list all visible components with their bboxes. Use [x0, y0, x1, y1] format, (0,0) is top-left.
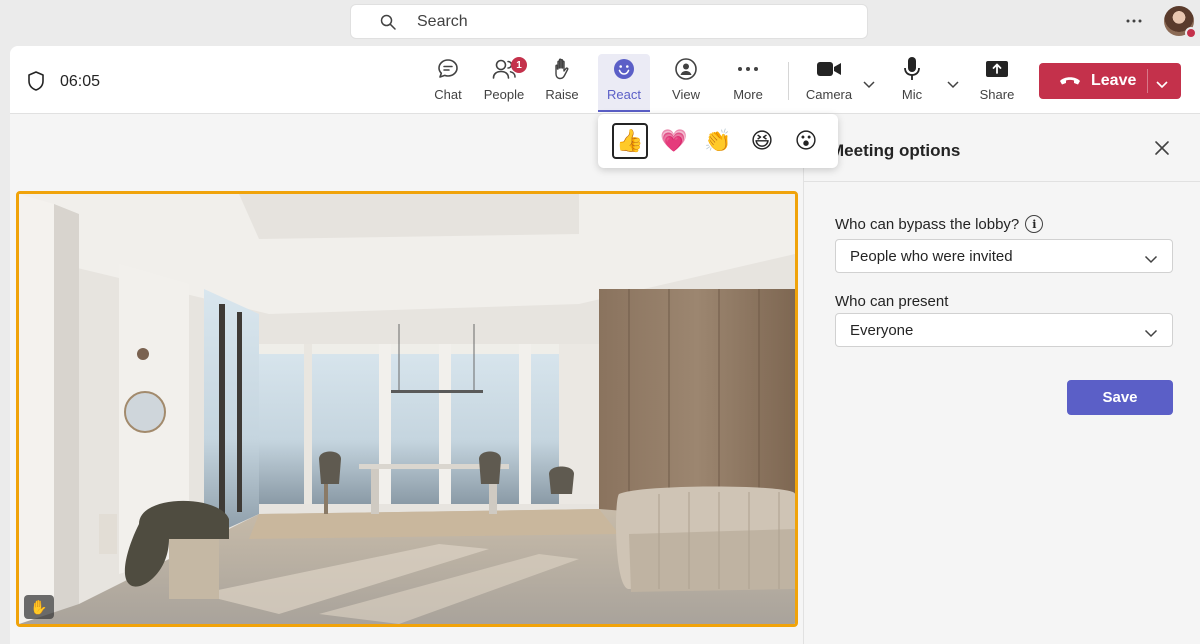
- more-label: More: [733, 87, 763, 102]
- like-reaction[interactable]: 👍: [612, 123, 648, 159]
- toolbar-divider: [788, 62, 789, 100]
- view-label: View: [672, 87, 700, 102]
- present-selected-value: Everyone: [850, 321, 914, 339]
- smiley-icon: [612, 54, 636, 84]
- share-screen-icon: [985, 54, 1009, 84]
- react-button[interactable]: React: [598, 54, 650, 112]
- chevron-down-icon: [1144, 325, 1158, 338]
- chat-icon: [436, 54, 460, 84]
- people-count-badge: 1: [511, 57, 527, 73]
- lobby-field-label: Who can bypass the lobby? i: [835, 215, 1044, 233]
- people-label: People: [483, 87, 525, 102]
- camera-chevron-down-icon[interactable]: [862, 76, 876, 89]
- app-top-bar: Search: [0, 0, 1200, 46]
- search-box[interactable]: Search: [350, 4, 868, 39]
- present-label-text: Who can present: [835, 293, 949, 310]
- chat-button[interactable]: Chat: [420, 54, 476, 110]
- hand-icon: [551, 54, 573, 84]
- react-label: React: [607, 87, 641, 102]
- camera-icon: [816, 54, 842, 84]
- present-dropdown[interactable]: Everyone: [835, 313, 1173, 347]
- mic-button[interactable]: Mic: [890, 54, 934, 110]
- search-placeholder: Search: [417, 12, 468, 30]
- close-icon[interactable]: [1154, 140, 1170, 156]
- lobby-selected-value: People who were invited: [850, 247, 1013, 265]
- raised-hand-indicator: ✋: [24, 595, 54, 619]
- panel-title: Meeting options: [830, 141, 961, 160]
- camera-button[interactable]: Camera: [804, 54, 854, 110]
- avatar[interactable]: [1164, 6, 1197, 39]
- raise-label: Raise: [545, 87, 579, 102]
- leave-label: Leave: [1091, 72, 1137, 89]
- chat-label: Chat: [434, 87, 462, 102]
- more-button[interactable]: More: [722, 54, 774, 110]
- leave-button[interactable]: Leave: [1039, 63, 1181, 99]
- raise-hand-button[interactable]: Raise: [537, 54, 587, 110]
- laugh-reaction[interactable]: 😆: [744, 123, 780, 159]
- camera-label: Camera: [805, 87, 853, 102]
- meeting-timer: 06:05: [60, 73, 101, 90]
- info-icon[interactable]: i: [1025, 215, 1044, 233]
- leave-chevron-down-icon[interactable]: [1155, 76, 1169, 89]
- microphone-icon: [902, 54, 922, 84]
- mic-label: Mic: [901, 87, 923, 102]
- lobby-dropdown[interactable]: People who were invited: [835, 239, 1173, 273]
- status-dot: [1185, 27, 1197, 39]
- meeting-toolbar: 06:05 Chat 1 People Raise React View Mor…: [10, 46, 1200, 114]
- lobby-label-text: Who can bypass the lobby?: [835, 215, 1020, 233]
- people-button[interactable]: 1 People: [476, 54, 532, 110]
- leave-divider: [1147, 69, 1148, 93]
- applause-reaction[interactable]: 👏: [700, 123, 736, 159]
- reactions-flyout: 👍 💗 👏 😆 😮: [598, 114, 838, 168]
- shield-icon[interactable]: [26, 70, 46, 92]
- view-button[interactable]: View: [662, 54, 710, 110]
- hang-up-icon: [1059, 74, 1081, 88]
- heart-reaction[interactable]: 💗: [656, 123, 692, 159]
- present-field-label: Who can present: [835, 293, 948, 310]
- chevron-down-icon: [1144, 251, 1158, 264]
- meeting-stage: ✋: [10, 114, 803, 644]
- ellipsis-icon: [737, 54, 759, 84]
- view-icon: [674, 54, 698, 84]
- surprised-reaction[interactable]: 😮: [788, 123, 824, 159]
- more-options-icon[interactable]: [1124, 10, 1144, 32]
- participant-video-tile[interactable]: ✋: [16, 191, 798, 627]
- room-video-image: [19, 194, 795, 624]
- save-button[interactable]: Save: [1067, 380, 1173, 415]
- meeting-options-panel: Meeting options Who can bypass the lobby…: [803, 114, 1200, 644]
- share-label: Share: [979, 87, 1015, 102]
- mic-chevron-down-icon[interactable]: [946, 76, 960, 89]
- panel-header: Meeting options: [804, 114, 1200, 182]
- share-button[interactable]: Share: [974, 54, 1020, 110]
- search-icon: [379, 13, 397, 31]
